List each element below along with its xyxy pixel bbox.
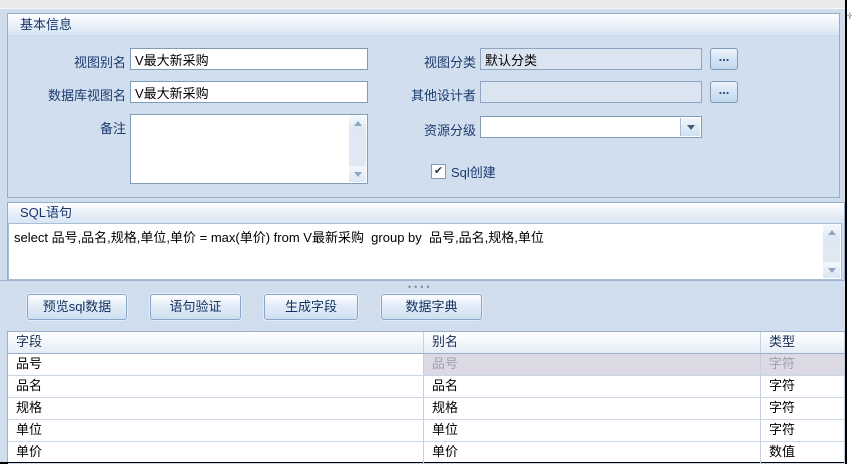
view-category-browse-button[interactable]: ...	[710, 48, 738, 70]
top-strip	[0, 0, 845, 9]
view-category-label: 视图分类	[396, 52, 476, 71]
column-header-field[interactable]: 字段	[8, 332, 424, 353]
sql-statement-text: select 品号,品名,规格,单位,单价 = max(单价) from V最新…	[14, 227, 819, 246]
sql-scrollbar[interactable]	[823, 225, 840, 278]
scroll-up-icon[interactable]	[349, 116, 366, 132]
designer-panel: 基本信息 视图别名 视图分类 ... 数据库视图名 其他设计者 ... 备注 资…	[0, 0, 847, 464]
basic-info-group-title: 基本信息	[20, 17, 72, 32]
cell-field[interactable]: 品名	[8, 376, 424, 397]
sql-group-title: SQL语句	[20, 205, 72, 220]
cell-type[interactable]: 字符	[761, 420, 845, 441]
sql-create-checkbox[interactable]: ✔	[431, 164, 446, 179]
sql-create-checkbox-label: Sql创建	[451, 162, 496, 181]
view-alias-input[interactable]	[130, 48, 368, 70]
view-designer-screen: 基本信息 视图别名 视图分类 ... 数据库视图名 其他设计者 ... 备注 资…	[0, 0, 852, 469]
cell-alias[interactable]: 单位	[424, 420, 761, 441]
column-header-type[interactable]: 类型	[761, 332, 845, 353]
basic-info-group-header: 基本信息	[8, 14, 839, 36]
other-designer-browse-button[interactable]: ...	[710, 81, 738, 103]
sql-group-header: SQL语句	[8, 203, 844, 224]
fields-table: 字段 别名 类型 品号 品号 字符 品名 品名 字符 规格 规格 字符	[7, 331, 845, 462]
cell-type[interactable]: 数值	[761, 442, 845, 463]
sql-statement-textarea[interactable]: select 品号,品名,规格,单位,单价 = max(单价) from V最新…	[8, 223, 842, 280]
cell-type[interactable]: 字符	[761, 398, 845, 419]
table-row[interactable]: 单价 单价 数值	[8, 442, 845, 464]
remark-label: 备注	[36, 118, 126, 137]
basic-info-group: 基本信息 视图别名 视图分类 ... 数据库视图名 其他设计者 ... 备注 资…	[7, 13, 840, 198]
remark-scrollbar[interactable]	[349, 116, 366, 182]
cell-type[interactable]: 字符	[761, 354, 845, 375]
sql-statement-group: SQL语句 select 品号,品名,规格,单位,单价 = max(单价) fr…	[7, 202, 845, 282]
resize-cursor-icon: ✛	[846, 12, 852, 21]
table-row[interactable]: 单位 单位 字符	[8, 420, 845, 442]
cell-field[interactable]: 规格	[8, 398, 424, 419]
cell-alias[interactable]: 单价	[424, 442, 761, 463]
table-row[interactable]: 品号 品号 字符	[8, 354, 845, 376]
table-body: 品号 品号 字符 品名 品名 字符 规格 规格 字符 单位 单位 字符	[8, 354, 845, 464]
cell-type[interactable]: 字符	[761, 376, 845, 397]
remark-textarea[interactable]	[130, 114, 368, 184]
validate-statement-button[interactable]: 语句验证	[150, 294, 241, 320]
cell-alias[interactable]: 品号	[424, 354, 761, 375]
db-view-name-label: 数据库视图名	[26, 85, 126, 104]
cell-alias[interactable]: 规格	[424, 398, 761, 419]
scroll-down-icon[interactable]	[349, 166, 366, 182]
splitter-dots-icon: ••••	[408, 282, 433, 292]
other-designer-label: 其他设计者	[396, 85, 476, 104]
table-row[interactable]: 规格 规格 字符	[8, 398, 845, 420]
generate-fields-button[interactable]: 生成字段	[264, 294, 358, 320]
cell-field[interactable]: 单价	[8, 442, 424, 463]
scroll-down-icon[interactable]	[823, 262, 840, 278]
other-designer-input[interactable]	[480, 81, 702, 103]
cell-field[interactable]: 单位	[8, 420, 424, 441]
db-view-name-input[interactable]	[130, 81, 368, 103]
table-row[interactable]: 品名 品名 字符	[8, 376, 845, 398]
data-dictionary-button[interactable]: 数据字典	[381, 294, 482, 320]
resource-level-select[interactable]	[480, 116, 702, 138]
view-category-input[interactable]	[480, 48, 702, 70]
scroll-up-icon[interactable]	[823, 225, 840, 241]
cell-alias[interactable]: 品名	[424, 376, 761, 397]
chevron-down-icon[interactable]	[680, 118, 700, 136]
resource-level-label: 资源分级	[396, 120, 476, 139]
cell-field[interactable]: 品号	[8, 354, 424, 375]
column-header-alias[interactable]: 别名	[424, 332, 761, 353]
preview-sql-data-button[interactable]: 预览sql数据	[27, 294, 127, 320]
view-alias-label: 视图别名	[36, 52, 126, 71]
splitter-handle[interactable]: ••••	[0, 280, 845, 292]
table-header-row: 字段 别名 类型	[8, 331, 845, 354]
